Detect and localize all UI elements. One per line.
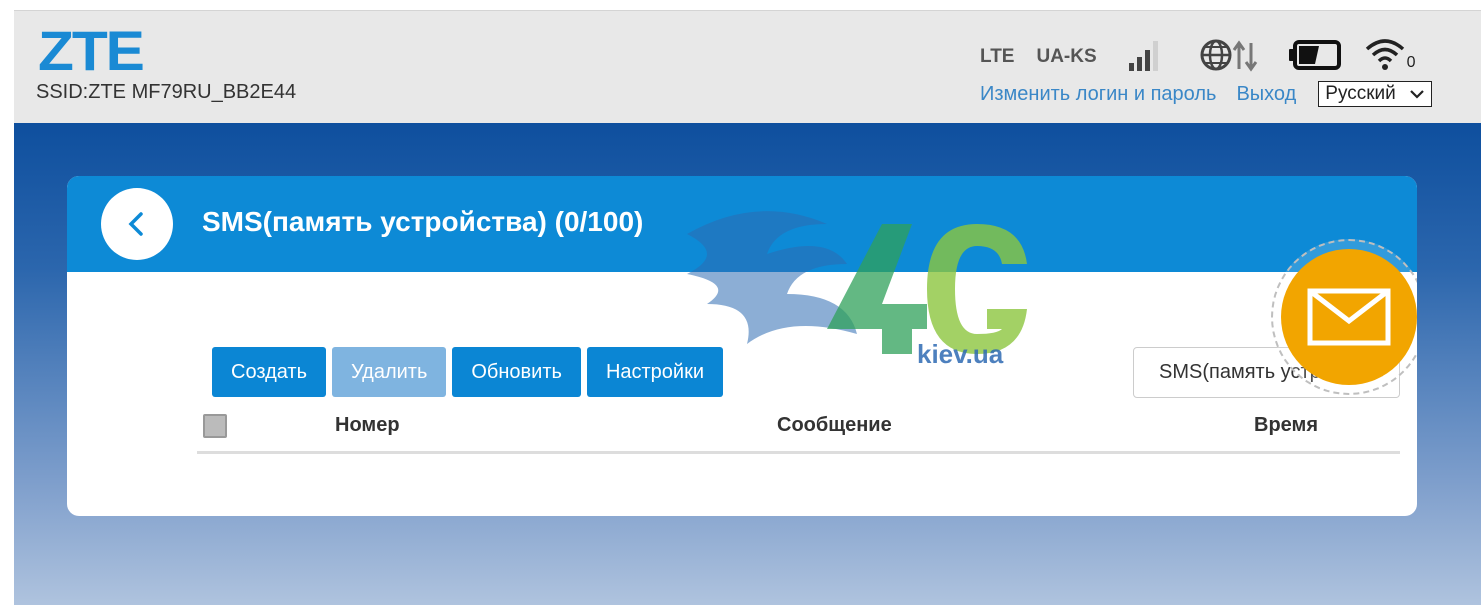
sms-panel-header: SMS(память устройства) (0/100) bbox=[67, 176, 1417, 272]
zte-logo: ZTE bbox=[38, 19, 145, 82]
sms-panel: SMS(память устройства) (0/100) kiev.ua С… bbox=[67, 176, 1417, 516]
chevron-down-icon bbox=[1409, 86, 1425, 108]
refresh-button[interactable]: Обновить bbox=[452, 347, 581, 397]
column-time[interactable]: Время bbox=[1254, 414, 1318, 437]
header-links: Изменить логин и пароль Выход Русский bbox=[980, 79, 1433, 109]
sms-toolbar: Создать Удалить Обновить Настройки bbox=[212, 347, 729, 397]
sms-table-header: Номер Сообщение Время bbox=[197, 404, 1400, 454]
top-header: ZTE SSID:ZTE MF79RU_BB2E44 LTE UA-KS 0 И… bbox=[14, 11, 1481, 123]
column-number[interactable]: Номер bbox=[335, 414, 400, 437]
signal-bars-icon bbox=[1125, 37, 1161, 78]
chevron-left-icon bbox=[128, 212, 143, 236]
wifi-icon bbox=[1365, 37, 1411, 78]
back-button[interactable] bbox=[101, 188, 173, 260]
status-bar: LTE UA-KS 0 bbox=[980, 37, 1416, 78]
column-message[interactable]: Сообщение bbox=[777, 414, 892, 437]
settings-button[interactable]: Настройки bbox=[586, 347, 724, 397]
router-web-ui: ZTE SSID:ZTE MF79RU_BB2E44 LTE UA-KS 0 И… bbox=[14, 10, 1481, 605]
language-value: Русский bbox=[1325, 83, 1396, 104]
ssid-label: SSID:ZTE MF79RU_BB2E44 bbox=[36, 81, 297, 103]
battery-icon bbox=[1288, 37, 1343, 78]
mail-button[interactable] bbox=[1281, 249, 1417, 385]
language-select[interactable]: Русский bbox=[1318, 81, 1433, 108]
operator-name: UA-KS bbox=[1036, 46, 1097, 67]
globe-transfer-icon bbox=[1199, 37, 1263, 78]
delete-button[interactable]: Удалить bbox=[332, 347, 447, 397]
logout-link[interactable]: Выход bbox=[1236, 83, 1296, 106]
change-login-link[interactable]: Изменить логин и пароль bbox=[980, 83, 1216, 106]
main-content: SMS(память устройства) (0/100) kiev.ua С… bbox=[14, 123, 1481, 605]
watermark-text: kiev.ua bbox=[917, 339, 1004, 369]
create-button[interactable]: Создать bbox=[212, 347, 327, 397]
envelope-icon bbox=[1307, 288, 1391, 346]
network-type: LTE bbox=[980, 46, 1015, 67]
page-title: SMS(память устройства) (0/100) bbox=[202, 206, 644, 237]
select-all-checkbox[interactable] bbox=[203, 414, 227, 438]
